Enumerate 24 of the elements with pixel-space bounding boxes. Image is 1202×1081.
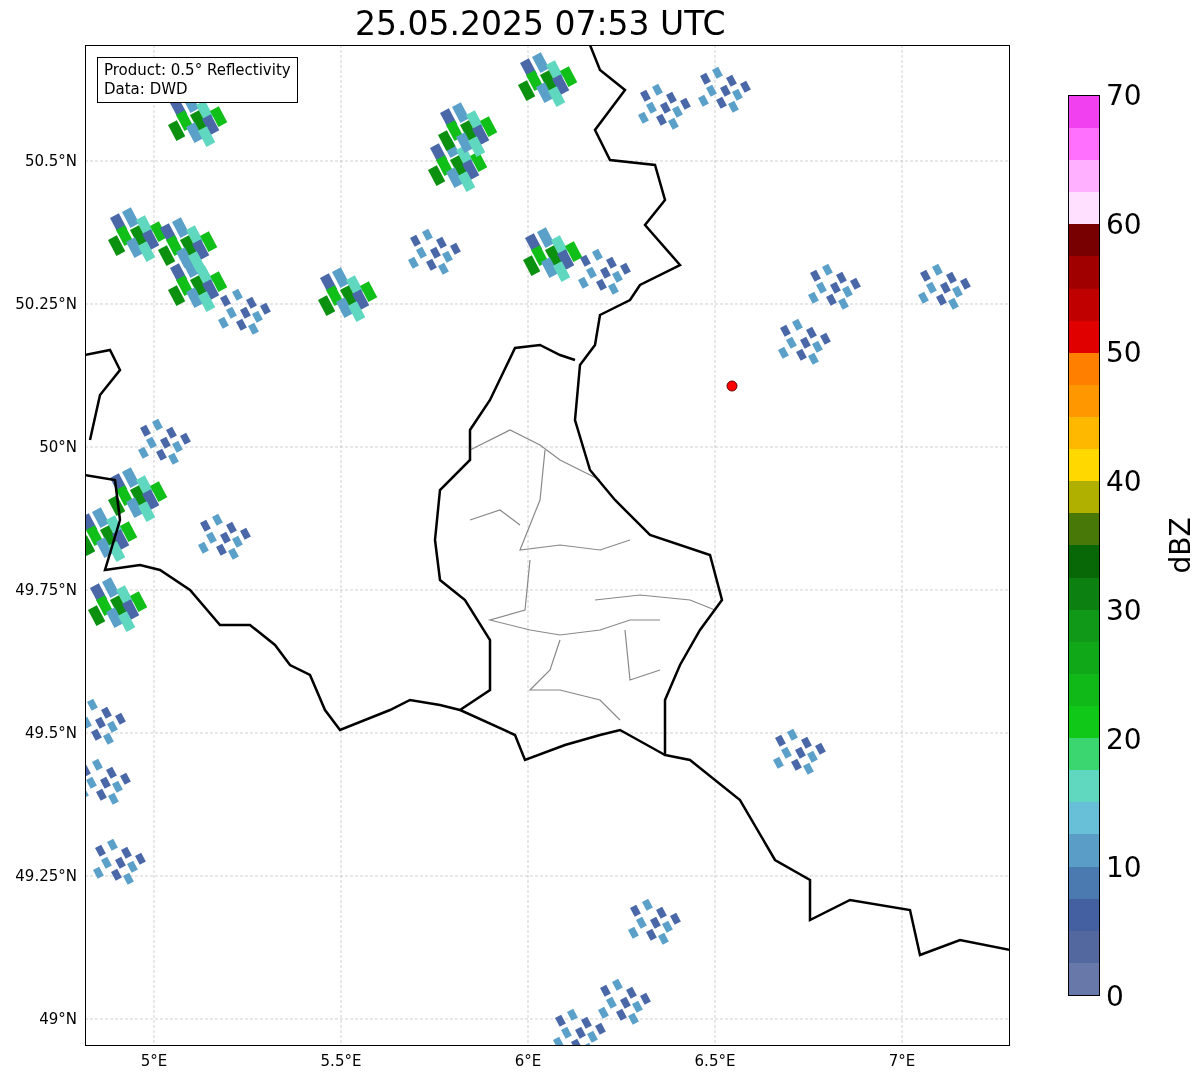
latitude-label: 50.25°N bbox=[15, 295, 77, 313]
colorbar-tick-label: 70 bbox=[1106, 78, 1142, 112]
latitude-label: 49.5°N bbox=[24, 724, 77, 742]
colorbar-tick-label: 50 bbox=[1106, 335, 1142, 369]
colorbar-label: dBZ bbox=[1163, 517, 1197, 574]
latitude-label: 50.5°N bbox=[24, 152, 77, 170]
longitude-label: 6.5°E bbox=[694, 1052, 736, 1070]
longitude-label: 5°E bbox=[140, 1052, 168, 1070]
colorbar-tick-label: 30 bbox=[1106, 593, 1142, 627]
colorbar-tick-label: 60 bbox=[1106, 207, 1142, 241]
colorbar-tick-label: 10 bbox=[1106, 850, 1142, 884]
latitude-label: 50°N bbox=[39, 438, 77, 456]
legend-text: Data: DWD bbox=[104, 80, 189, 99]
latitude-label: 49.25°N bbox=[15, 867, 77, 885]
longitude-label: 5.5°E bbox=[320, 1052, 362, 1070]
latitude-label: 49°N bbox=[39, 1010, 77, 1028]
chart-title: 25.05.2025 07:53 UTC bbox=[355, 6, 726, 42]
legend-text: Product: 0.5° Reflectivity bbox=[104, 61, 291, 80]
colorbar-tick-label: 40 bbox=[1106, 464, 1142, 498]
colorbar-tick-label: 0 bbox=[1106, 979, 1124, 1013]
colorbar-tick-label: 20 bbox=[1106, 722, 1142, 756]
longitude-label: 7°E bbox=[888, 1052, 916, 1070]
longitude-label: 6°E bbox=[514, 1052, 542, 1070]
latitude-label: 49.75°N bbox=[15, 581, 77, 599]
